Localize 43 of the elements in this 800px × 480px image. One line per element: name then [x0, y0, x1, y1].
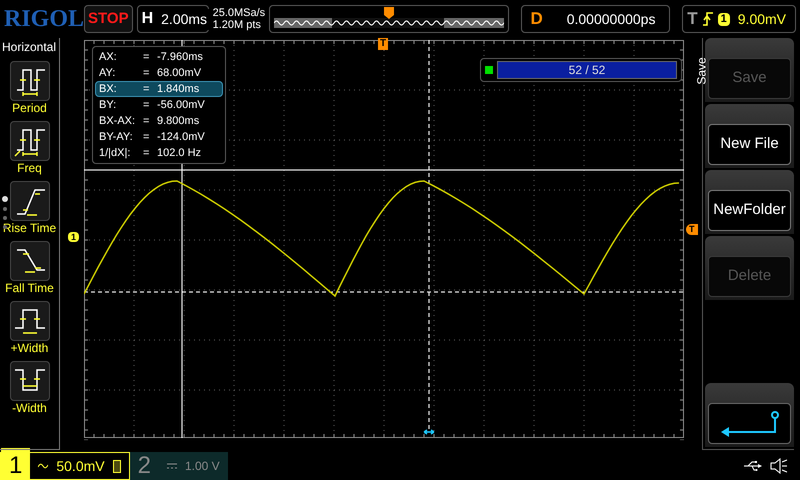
timebase-panel[interactable]: H 2.00ms [136, 5, 209, 33]
readout-row[interactable]: BX: = 1.840ms [95, 81, 223, 97]
trigger-level-marker: T [686, 224, 698, 235]
channel-scale: 1.00 V [184, 458, 220, 475]
readout-row[interactable]: BX-AX: = 9.800ms [95, 113, 223, 129]
readout-row[interactable]: BY-AY: = -124.0mV [95, 129, 223, 145]
channel-number: 1 [1, 448, 30, 480]
run-state-button[interactable]: STOP [84, 5, 133, 33]
channel-marker: 1 [68, 232, 80, 242]
speaker-muted-icon [770, 458, 788, 474]
readout-row[interactable]: 1/|dX|: = 102.0 Hz [95, 145, 223, 161]
timebase-label: H [140, 9, 154, 29]
delay-panel[interactable]: D 0.00000000ps [521, 5, 670, 33]
scroll-arrow-icon [423, 429, 435, 435]
back-button[interactable] [708, 403, 791, 444]
trigger-position-icon [384, 7, 394, 19]
softkey-button[interactable]: New File [708, 124, 791, 165]
status-square-icon [485, 66, 493, 74]
softkey-button[interactable]: NewFolder [708, 190, 791, 231]
memory-depth: 1.20M pts [212, 19, 262, 31]
readout-row[interactable]: AY: = 68.00mV [95, 65, 223, 81]
return-arrow-icon [718, 410, 780, 438]
dc-coupling-icon [166, 463, 177, 469]
menu-title: Horizontal [1, 39, 56, 56]
ac-coupling-icon [38, 462, 48, 470]
frame-count: 52 / 52 [568, 62, 606, 78]
trigger-position-marker: T [378, 38, 388, 50]
trigger-source: 1 [718, 12, 730, 26]
delay-value: 0.00000000ps [566, 10, 656, 29]
channel-tab[interactable]: 2 1.00 V [130, 452, 228, 480]
channel-number: 2 [136, 451, 152, 480]
sample-rate: 25.0MSa/s [212, 7, 266, 19]
bandwidth-icon [112, 460, 121, 472]
trigger-label: T [687, 8, 698, 30]
usb-icon [744, 461, 762, 471]
trigger-panel[interactable]: T 1 9.00mV [682, 5, 796, 33]
delay-label: D [529, 8, 544, 30]
readout-row[interactable]: BY: = -56.00mV [95, 97, 223, 113]
trigger-level: 9.00mV [738, 10, 786, 28]
channel-scale: 50.0mV [56, 456, 105, 476]
menu-tab-label: Save [694, 57, 710, 85]
readout-row[interactable]: AX: = -7.960ms [95, 49, 223, 65]
rising-edge-icon [702, 11, 714, 27]
